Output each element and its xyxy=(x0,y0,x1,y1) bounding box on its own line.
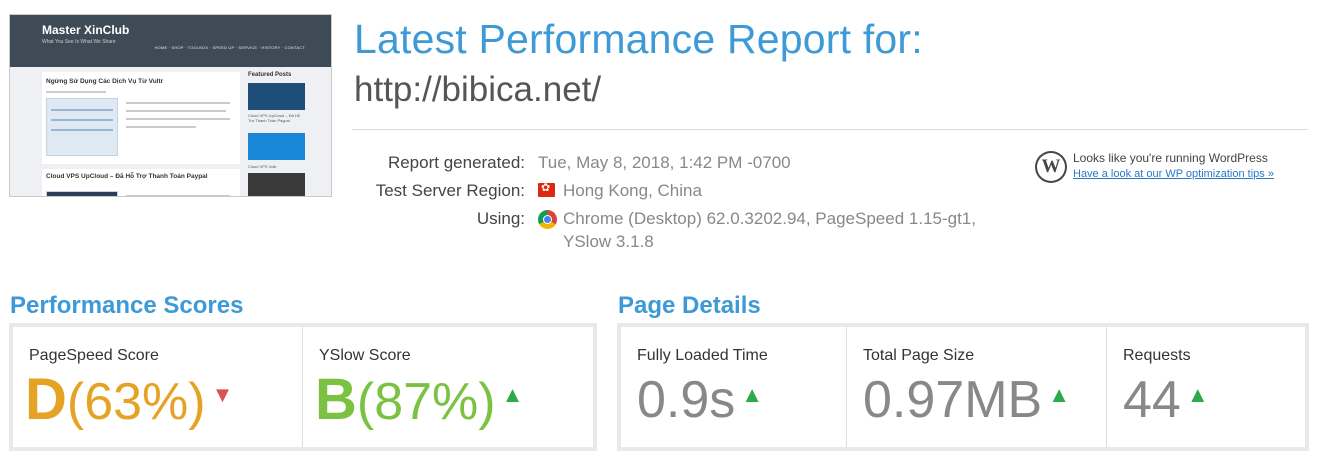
report-generated-label: Report generated: xyxy=(387,153,525,172)
total-page-size-card[interactable]: Total Page Size 0.97MB ▲ xyxy=(847,327,1107,447)
test-region-value: Hong Kong, China xyxy=(563,181,702,200)
performance-scores-title: Performance Scores xyxy=(10,292,244,319)
yslow-grade: B(87%) ▲ xyxy=(315,365,523,435)
pagespeed-score-card[interactable]: PageSpeed Score D(63%) ▼ xyxy=(13,327,303,447)
thumbnail-featured-caption-1: Cloud VPS UpCloud – Đã Hỗ Trợ Thanh Toán… xyxy=(248,113,301,124)
total-page-size-value-row: 0.97MB ▲ xyxy=(863,369,1070,431)
thumbnail-text-line xyxy=(126,110,226,112)
yslow-score-card[interactable]: YSlow Score B(87%) ▲ xyxy=(303,327,593,447)
trend-down-icon: ▼ xyxy=(211,382,234,408)
thumbnail-text-line xyxy=(126,126,196,128)
header-divider xyxy=(352,129,1308,130)
thumbnail-text-line xyxy=(126,195,230,196)
fully-loaded-time-card[interactable]: Fully Loaded Time 0.9s ▲ xyxy=(621,327,847,447)
trend-up-icon: ▲ xyxy=(1048,382,1070,408)
thumbnail-post-1: Ngừng Sử Dụng Các Dịch Vụ Từ Vultr xyxy=(42,72,240,164)
thumbnail-post-2-title: Cloud VPS UpCloud – Đã Hỗ Trợ Thanh Toán… xyxy=(46,173,208,180)
thumbnail-nav: HOME · SHOP · TOOLBOX · SPEED UP · SERVI… xyxy=(154,45,305,50)
pagespeed-percent: (63%) xyxy=(66,373,206,431)
requests-value-row: 44 ▲ xyxy=(1123,369,1209,431)
wordpress-notice: Looks like you're running WordPress xyxy=(1073,151,1268,165)
fully-loaded-time-label: Fully Loaded Time xyxy=(637,347,768,364)
thumbnail-post-2: Cloud VPS UpCloud – Đã Hỗ Trợ Thanh Toán… xyxy=(42,169,240,196)
report-generated-value: Tue, May 8, 2018, 1:42 PM -0700 xyxy=(538,153,791,172)
fully-loaded-time-value: 0.9s xyxy=(637,371,736,429)
thumbnail-text-line xyxy=(126,102,230,104)
thumbnail-site-title: Master XinClub xyxy=(42,23,130,37)
total-page-size-value: 0.97MB xyxy=(863,371,1043,429)
thumbnail-site-tagline: What You See Is What We Share xyxy=(42,39,116,45)
requests-label: Requests xyxy=(1123,347,1191,364)
yslow-percent: (87%) xyxy=(356,373,496,431)
thumbnail-sidebar-title: Featured Posts xyxy=(248,72,292,78)
chrome-icon xyxy=(538,210,557,229)
thumbnail-featured-caption-2: Cloud VPS Vultr xyxy=(248,164,277,169)
fully-loaded-time-value-row: 0.9s ▲ xyxy=(637,369,763,431)
thumbnail-featured-image-2 xyxy=(248,133,305,160)
requests-card[interactable]: Requests 44 ▲ xyxy=(1107,327,1305,447)
page-details-title: Page Details xyxy=(618,292,761,319)
yslow-grade-letter: B xyxy=(315,367,357,432)
using-label: Using: xyxy=(476,209,525,228)
thumbnail-header: Master XinClub What You See Is What We S… xyxy=(10,15,331,67)
pagespeed-grade-letter: D xyxy=(25,367,67,432)
pagespeed-score-label: PageSpeed Score xyxy=(29,347,159,364)
trend-up-icon: ▲ xyxy=(501,382,524,408)
thumbnail-meta-line xyxy=(46,91,106,93)
thumbnail-post-2-image xyxy=(46,191,118,196)
page-details-panel: Fully Loaded Time 0.9s ▲ Total Page Size … xyxy=(617,323,1309,451)
performance-scores-panel: PageSpeed Score D(63%) ▼ YSlow Score B(87… xyxy=(9,323,597,451)
trend-up-icon: ▲ xyxy=(741,382,764,408)
china-flag-icon xyxy=(538,181,555,197)
report-url: http://bibica.net/ xyxy=(354,70,602,109)
pagespeed-grade: D(63%) ▼ xyxy=(25,365,233,435)
total-page-size-label: Total Page Size xyxy=(863,347,975,364)
using-value-line-2: YSlow 3.1.8 xyxy=(563,232,654,251)
thumbnail-featured-image-3 xyxy=(248,173,305,196)
thumbnail-featured-image-1 xyxy=(248,83,305,110)
requests-value: 44 xyxy=(1123,371,1181,429)
using-value-line-1: Chrome (Desktop) 62.0.3202.94, PageSpeed… xyxy=(563,209,976,228)
test-region-label: Test Server Region: xyxy=(375,181,525,200)
thumbnail-post-1-title: Ngừng Sử Dụng Các Dịch Vụ Từ Vultr xyxy=(46,78,164,85)
website-screenshot-thumbnail: Master XinClub What You See Is What We S… xyxy=(9,14,332,197)
wp-optimization-tips-link[interactable]: Have a look at our WP optimization tips … xyxy=(1073,168,1274,180)
wordpress-icon xyxy=(1035,151,1067,183)
trend-up-icon: ▲ xyxy=(1186,382,1209,408)
report-title: Latest Performance Report for: xyxy=(354,16,923,62)
yslow-score-label: YSlow Score xyxy=(319,347,411,364)
thumbnail-text-line xyxy=(126,118,230,120)
thumbnail-post-1-image xyxy=(46,98,118,156)
